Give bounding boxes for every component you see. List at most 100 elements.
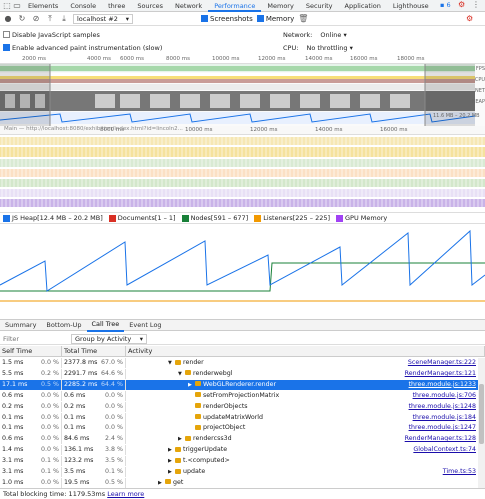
source-link[interactable]: Time.ts:53 [443,467,476,477]
total-pct: 0.0 % [105,402,123,410]
disable-js-samples-checkbox[interactable]: Disable JavaScript samples [3,31,100,39]
filter-input[interactable] [3,333,65,344]
total-time: 0.1 ms [64,413,86,421]
total-pct: 3.8 % [105,446,123,454]
bottom-tab-call-tree[interactable]: Call Tree [86,318,125,332]
reload-record-icon[interactable]: ↻ [17,14,27,24]
self-time: 1.5 ms [2,359,24,366]
source-link[interactable]: RenderManager.ts:128 [405,434,476,444]
call-tree-header: Self Time Total Time Activity [0,346,485,357]
tab-memory[interactable]: Memory [261,0,299,12]
tab-performance[interactable]: Performance [208,0,262,12]
legend-item[interactable]: Documents[1 – 1] [108,214,176,222]
network-throttle[interactable]: Network: Online ▾ [283,31,347,39]
expand-arrow-icon[interactable]: ▶ [188,380,195,390]
cpu-throttle[interactable]: CPU: No throttling ▾ [283,44,353,52]
legend-item[interactable]: Nodes[591 – 677] [181,214,248,222]
source-link[interactable]: three.module.js:1247 [409,423,476,433]
call-tree-row[interactable]: 0.1 ms 0.0 % 0.1 ms 0.0 % projectObject three… [0,423,478,434]
tab-sources[interactable]: Sources [131,0,169,12]
source-link[interactable]: GlobalContext.ts:74 [413,445,476,455]
save-profile-icon[interactable]: ⤓ [59,14,69,24]
total-blocking-time: Total blocking time: 1179.53ms [3,490,106,498]
overview-tick: 8000 ms [166,56,190,62]
main-tick: 10000 ms [185,127,213,133]
lane-label-heap: HEAP [471,99,485,105]
source-link[interactable]: three.module.js:706 [413,391,476,401]
scrollbar-thumb[interactable] [479,384,484,444]
source-link[interactable]: three.module.js:184 [413,413,476,423]
overview-chart[interactable] [0,64,485,126]
record-icon[interactable]: ● [3,14,13,24]
tab-elements[interactable]: Elements [22,0,64,12]
source-link[interactable]: three.module.js:1248 [409,402,476,412]
tab-console[interactable]: Console [64,0,102,12]
inspect-icon[interactable]: ⬚ [2,1,12,11]
legend-checkbox[interactable] [181,214,189,222]
expand-arrow-icon[interactable]: ▶ [168,467,175,477]
expand-arrow-icon[interactable]: ▶ [168,445,175,455]
overview-tick: 10000 ms [212,56,240,62]
total-pct: 0.5 % [105,478,123,486]
tab-network[interactable]: Network [169,0,208,12]
target-select[interactable]: localhost #2 ▾ [73,13,133,24]
legend-item[interactable]: GPU Memory [336,214,387,222]
call-tree-row[interactable]: 0.6 ms 0.0 % 84.6 ms 2.4 % ▶ rendercss3d Rende… [0,434,478,445]
call-tree-row[interactable]: 0.2 ms 0.0 % 0.2 ms 0.0 % renderObjects three… [0,401,478,412]
total-time-header[interactable]: Total Time [62,346,126,356]
expand-arrow-icon[interactable]: ▼ [168,358,175,368]
group-by-select[interactable]: Group by Activity ▾ [71,333,147,344]
memory-checkbox[interactable]: Memory [256,15,294,23]
advanced-paint-checkbox[interactable]: Enable advanced paint instrumentation (s… [3,44,162,52]
learn-more-link[interactable]: Learn more [107,490,144,498]
main-thread-label: Main — http://localhost:8080/exhibition/… [4,126,183,132]
call-tree-row[interactable]: 1.4 ms 0.0 % 136.1 ms 3.8 % ▶ triggerUpdate Gl… [0,445,478,456]
activity-name: renderObjects [203,402,248,410]
clear-icon[interactable]: ⊘ [31,14,41,24]
legend-item[interactable]: JS Heap[12.4 MB – 20.2 MB] [3,214,103,222]
legend-checkbox[interactable] [3,214,10,222]
legend-checkbox[interactable] [108,214,116,222]
legend-item[interactable]: Listeners[225 – 225] [254,214,330,222]
source-link[interactable]: three.module.js:1233 [409,380,476,390]
call-tree-row[interactable]: 0.6 ms 0.0 % 0.6 ms 0.0 % setFromProjectionM… [0,390,478,401]
capture-settings-gear-icon[interactable]: ⚙ [466,14,473,23]
total-time: 0.1 ms [64,424,86,432]
tab-three[interactable]: three [102,0,131,12]
lane-label-net: NET [475,88,485,94]
call-tree-row[interactable]: 1.5 ms 0.0 % 2377.8 ms 67.0 % ▼ render SceneMa… [0,358,478,369]
expand-arrow-icon[interactable]: ▶ [178,434,185,444]
messages-badge[interactable]: ▪ 6 [440,1,451,9]
expand-arrow-icon[interactable]: ▶ [168,456,175,466]
legend-checkbox[interactable] [336,214,344,222]
expand-arrow-icon[interactable]: ▶ [158,478,165,488]
call-tree-row[interactable]: 17.1 ms 0.5 % 2285.2 ms 64.4 % ▶ WebGLRendere… [0,379,478,390]
self-time-header[interactable]: Self Time [0,346,62,356]
collect-garbage-icon[interactable]: 🗑 [298,14,308,24]
call-tree-row[interactable]: 5.5 ms 0.2 % 2291.7 ms 64.6 % ▼ renderwebgl Re… [0,368,478,380]
more-options-icon[interactable]: ⋮ [472,0,480,9]
source-link[interactable]: RenderManager.ts:121 [405,369,476,379]
bottom-tab-bottom-up[interactable]: Bottom-Up [41,319,86,331]
source-link[interactable]: SceneManager.ts:222 [408,358,476,368]
expand-arrow-icon[interactable]: ▼ [178,369,185,379]
call-tree-row[interactable]: 3.1 ms 0.1 % 3.5 ms 0.1 % ▶ update Time.ts:53 [0,467,478,478]
bottom-tab-event-log[interactable]: Event Log [124,319,166,331]
bottom-tab-summary[interactable]: Summary [0,319,41,331]
self-pct: 0.0 % [41,478,59,486]
tab-lighthouse[interactable]: Lighthouse [387,0,435,12]
load-profile-icon[interactable]: ⤒ [45,14,55,24]
legend-checkbox[interactable] [254,214,262,222]
settings-gear-icon[interactable]: ⚙ [458,0,465,9]
call-tree-row[interactable]: 3.1 ms 0.1 % 123.2 ms 3.5 % ▶ t.<computed> [0,456,478,467]
tab-security[interactable]: Security [300,0,339,12]
tab-application[interactable]: Application [339,0,387,12]
call-tree-row[interactable]: 1.0 ms 0.0 % 19.5 ms 0.5 % ▶ get [0,477,478,489]
total-time: 123.2 ms [64,457,94,465]
device-toolbar-icon[interactable]: ▭ [12,1,22,11]
activity-header[interactable]: Activity [126,346,485,356]
screenshots-checkbox[interactable]: Screenshots [201,15,253,23]
flame-chart[interactable] [0,135,485,212]
legend-label: GPU Memory [345,214,388,222]
call-tree-row[interactable]: 0.1 ms 0.0 % 0.1 ms 0.0 % updateMatrixWorld t… [0,412,478,423]
